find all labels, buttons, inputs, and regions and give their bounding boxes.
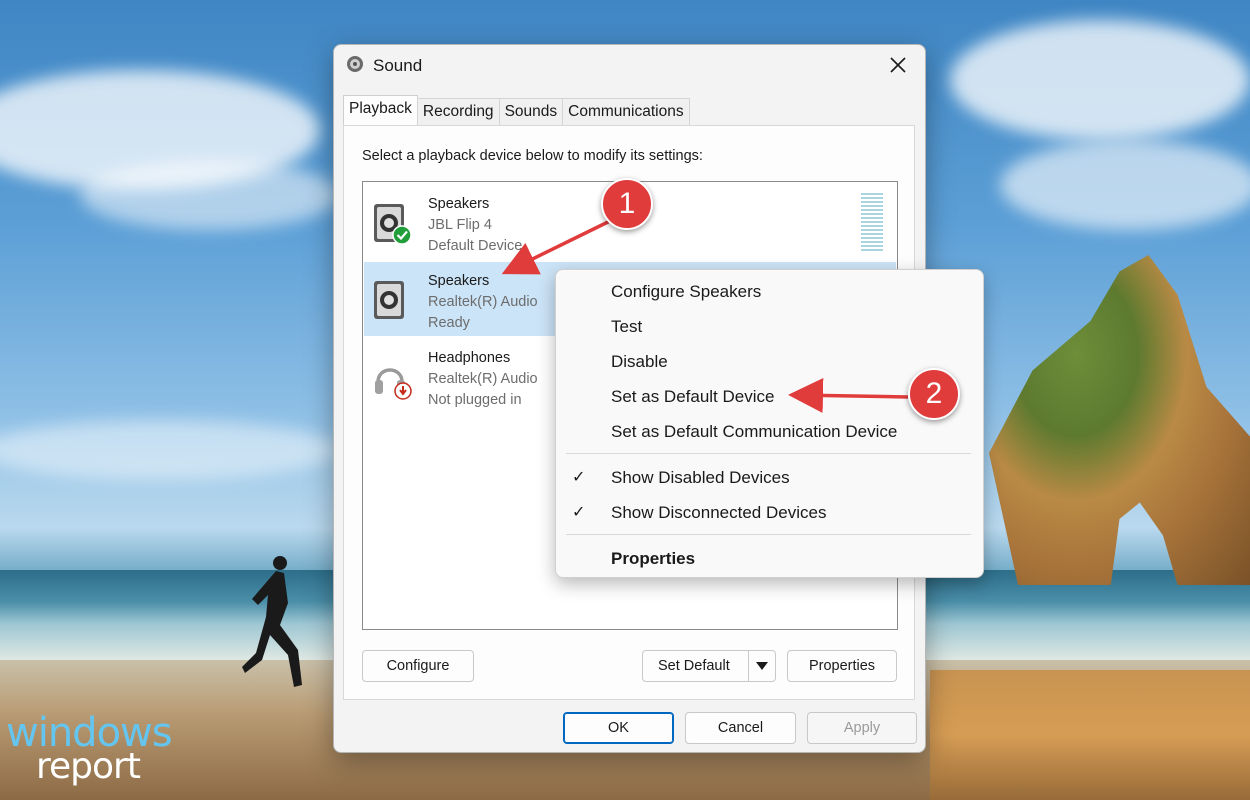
annotation-badge-2: 2 — [908, 368, 960, 420]
annotation-arrows — [0, 0, 1250, 800]
annotation-arrow-1 — [508, 220, 612, 271]
annotation-badge-1: 1 — [601, 178, 653, 230]
annotation-arrow-2 — [795, 395, 908, 397]
